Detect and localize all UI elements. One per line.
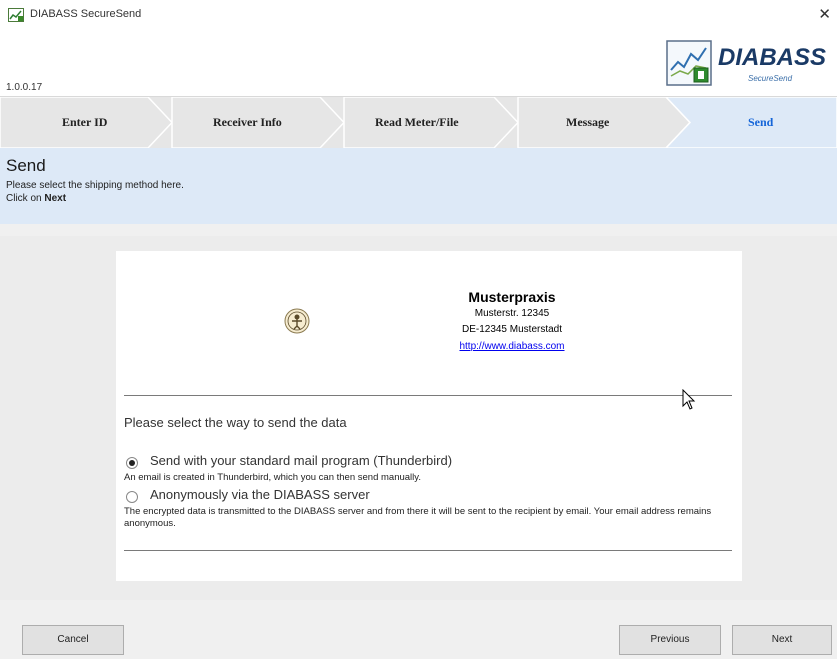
section-hint-prefix: Click on (6, 193, 45, 204)
step-message: Message (566, 115, 610, 129)
option-diabass-server-label[interactable]: Anonymously via the DIABASS server (150, 487, 370, 502)
shipping-prompt: Please select the way to send the data (124, 415, 347, 430)
radio-diabass-server[interactable] (126, 491, 138, 503)
step-read-meter-file: Read Meter/File (375, 115, 459, 129)
option-thunderbird-description: An email is created in Thunderbird, whic… (124, 472, 421, 483)
section-instruction: Please select the shipping method here. (6, 180, 184, 191)
previous-button[interactable]: Previous (619, 625, 721, 655)
radio-thunderbird[interactable] (126, 457, 138, 469)
app-header: 1.0.0.17 DIABASS SecureSend (0, 30, 837, 97)
section-hint: Click on Next (6, 193, 66, 204)
option-thunderbird-label[interactable]: Send with your standard mail program (Th… (150, 453, 452, 468)
title-bar: DIABASS SecureSend ✕ (0, 0, 837, 31)
step-enter-id: Enter ID (62, 115, 108, 129)
practice-emblem-icon (284, 308, 310, 334)
shipping-card: Musterpraxis Musterstr. 12345 DE-12345 M… (116, 251, 742, 581)
section-title: Send (6, 156, 46, 175)
step-receiver-info: Receiver Info (213, 115, 282, 129)
send-section-header: Send Please select the shipping method h… (0, 148, 837, 224)
window-title: DIABASS SecureSend (30, 8, 142, 20)
logo-subtitle: SecureSend (748, 74, 793, 83)
practice-website-link[interactable]: http://www.diabass.com (412, 341, 612, 352)
section-hint-bold: Next (44, 193, 67, 204)
version-label: 1.0.0.17 (6, 82, 43, 93)
next-button[interactable]: Next (732, 625, 832, 655)
wizard-steps: Enter ID Receiver Info Read Meter/File M… (0, 97, 837, 148)
option-diabass-server-description: The encrypted data is transmitted to the… (124, 506, 712, 529)
close-icon[interactable]: ✕ (818, 5, 831, 23)
step-send: Send (748, 115, 774, 129)
logo-text: DIABASS (718, 44, 827, 71)
practice-city: DE-12345 Musterstadt (461, 324, 563, 335)
cancel-button[interactable]: Cancel (22, 625, 124, 655)
app-icon (8, 8, 24, 22)
divider-top (124, 395, 732, 396)
diabass-logo-icon (666, 40, 712, 86)
divider-bottom (124, 550, 732, 551)
mouse-cursor-icon (682, 389, 696, 410)
practice-name: Musterpraxis (468, 289, 556, 305)
practice-street: Musterstr. 12345 (474, 308, 550, 319)
